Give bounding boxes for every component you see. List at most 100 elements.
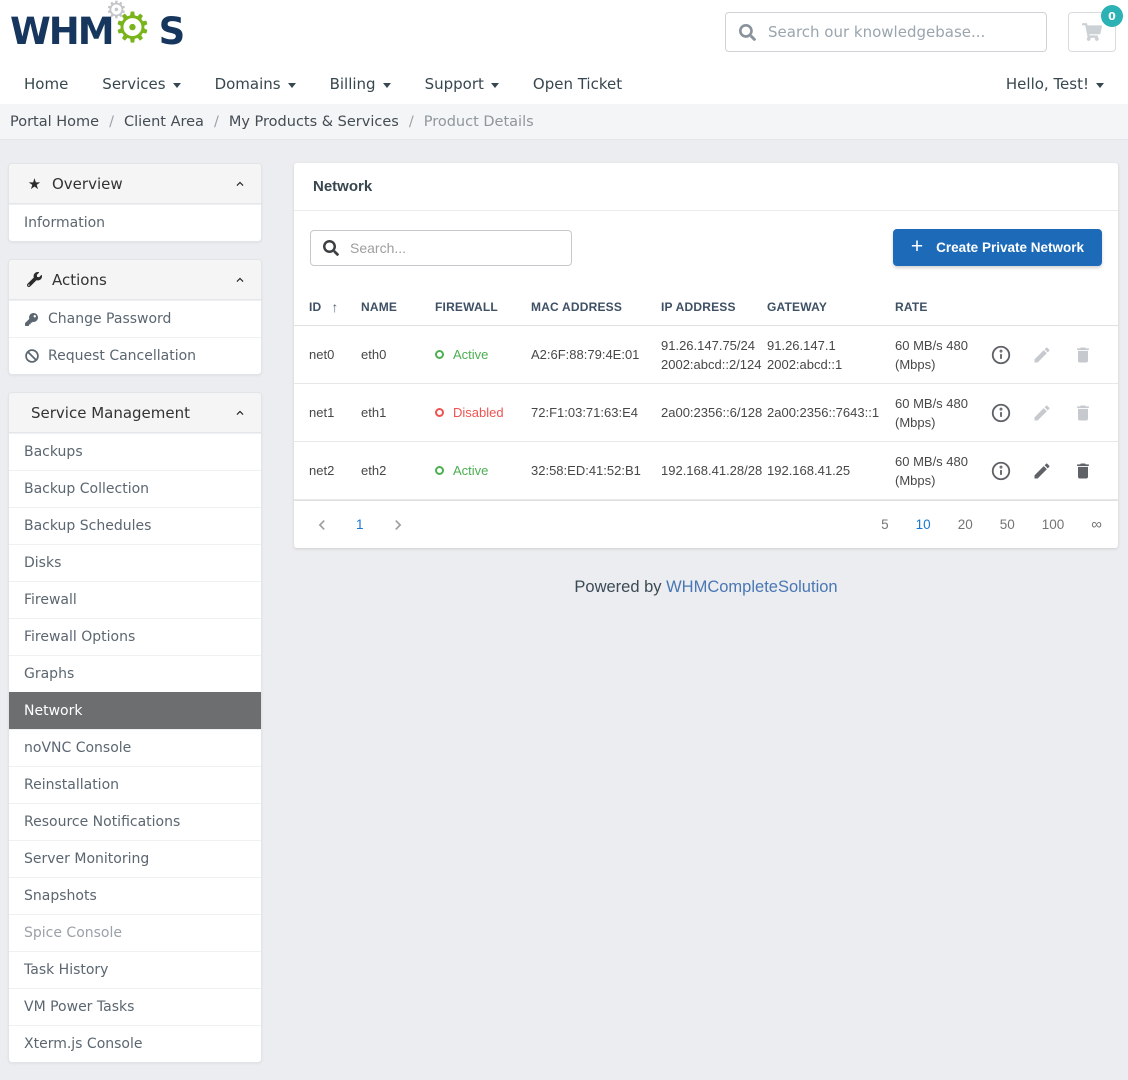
whmcompletesolution-link[interactable]: WHMCompleteSolution [666, 578, 837, 596]
breadcrumb-portal-home[interactable]: Portal Home [10, 114, 99, 130]
edit-icon[interactable] [1030, 459, 1054, 483]
site-header: WHM ⚙ ⚙ S 0 [0, 0, 1128, 64]
column-header-ip-address[interactable]: IP ADDRESS [661, 300, 767, 314]
panel-title: Service Management [31, 404, 233, 422]
search-icon [323, 240, 339, 256]
cell-rate: 60 MB/s 480 (Mbps) [895, 336, 989, 374]
breadcrumb-my-products[interactable]: My Products & Services [229, 114, 399, 130]
delete-icon[interactable] [1071, 401, 1095, 425]
table-search-input[interactable] [348, 239, 571, 257]
main-content: Network + Create Private Network ID ↑ NA… [294, 163, 1118, 597]
nav-item-domains[interactable]: Domains [215, 75, 296, 93]
nav-item-open-ticket[interactable]: Open Ticket [533, 75, 622, 93]
sidebar-item-spice-console[interactable]: Spice Console [9, 914, 261, 951]
user-menu[interactable]: Hello, Test! [1006, 75, 1104, 93]
panel-title: Overview [52, 175, 233, 193]
sidebar-item-label: Task History [24, 961, 108, 979]
sidebar-item-backup-collection[interactable]: Backup Collection [9, 470, 261, 507]
nav-item-home[interactable]: Home [24, 75, 68, 93]
search-icon [739, 24, 756, 41]
column-header-rate[interactable]: RATE [895, 300, 989, 314]
sidebar-item-novnc-console[interactable]: noVNC Console [9, 729, 261, 766]
caret-down-icon [491, 83, 499, 88]
sidebar-item-task-history[interactable]: Task History [9, 951, 261, 988]
sidebar-item-label: Backup Collection [24, 480, 149, 498]
sidebar-item-disks[interactable]: Disks [9, 544, 261, 581]
delete-icon[interactable] [1071, 459, 1095, 483]
info-icon[interactable] [989, 343, 1013, 367]
page-number[interactable]: 1 [350, 517, 370, 532]
breadcrumb-current: Product Details [424, 114, 534, 130]
nav-label: Home [24, 75, 68, 93]
sidebar-item-vm-power-tasks[interactable]: VM Power Tasks [9, 988, 261, 1025]
sidebar-item-backups[interactable]: Backups [9, 433, 261, 470]
page-size-100[interactable]: 100 [1042, 517, 1065, 532]
column-header-gateway[interactable]: GATEWAY [767, 300, 895, 314]
sidebar-item-label: Graphs [24, 665, 74, 683]
sidebar-item-firewall[interactable]: Firewall [9, 581, 261, 618]
info-icon[interactable] [989, 401, 1013, 425]
sidebar-item-change-password[interactable]: Change Password [9, 300, 261, 337]
page-size-50[interactable]: 50 [1000, 517, 1015, 532]
edit-icon[interactable] [1030, 343, 1054, 367]
cart-button[interactable]: 0 [1068, 12, 1116, 52]
caret-down-icon [173, 83, 181, 88]
star-icon: ★ [24, 175, 45, 193]
sidebar-item-resource-notifications[interactable]: Resource Notifications [9, 803, 261, 840]
sidebar-item-snapshots[interactable]: Snapshots [9, 877, 261, 914]
sidebar-item-label: Reinstallation [24, 776, 119, 794]
actions-panel-header[interactable]: Actions [9, 260, 261, 300]
sidebar-item-label: Request Cancellation [48, 347, 196, 365]
breadcrumb-separator: / [214, 114, 219, 130]
cell-rate: 60 MB/s 480 (Mbps) [895, 452, 989, 490]
plus-icon: + [911, 236, 923, 257]
edit-icon[interactable] [1030, 401, 1054, 425]
sidebar-item-graphs[interactable]: Graphs [9, 655, 261, 692]
service-management-panel-header[interactable]: Service Management [9, 393, 261, 433]
chevron-up-icon [233, 406, 247, 420]
sidebar-item-backup-schedules[interactable]: Backup Schedules [9, 507, 261, 544]
sidebar-item-label: Snapshots [24, 887, 97, 905]
create-private-network-button[interactable]: + Create Private Network [893, 229, 1102, 266]
column-header-firewall[interactable]: FIREWALL [435, 300, 531, 314]
breadcrumb: Portal Home / Client Area / My Products … [0, 104, 1128, 140]
sidebar-item-xtermjs-console[interactable]: Xterm.js Console [9, 1025, 261, 1062]
column-header-id[interactable]: ID ↑ [309, 299, 361, 315]
panel-title: Actions [52, 271, 233, 289]
footer: Powered by WHMCompleteSolution [294, 578, 1118, 597]
column-header-name[interactable]: NAME [361, 300, 435, 314]
info-icon[interactable] [989, 459, 1013, 483]
sidebar-item-server-monitoring[interactable]: Server Monitoring [9, 840, 261, 877]
delete-icon[interactable] [1071, 343, 1095, 367]
nav-item-services[interactable]: Services [102, 75, 180, 93]
breadcrumb-client-area[interactable]: Client Area [124, 114, 204, 130]
page-size-10[interactable]: 10 [916, 517, 931, 532]
knowledgebase-search-input[interactable] [766, 22, 1046, 42]
nav-item-billing[interactable]: Billing [330, 75, 391, 93]
sidebar-item-request-cancellation[interactable]: Request Cancellation [9, 337, 261, 374]
previous-page-icon[interactable] [312, 515, 332, 535]
sidebar-item-reinstallation[interactable]: Reinstallation [9, 766, 261, 803]
pagination-bar: 1 5 10 20 50 100 ∞ [294, 500, 1118, 548]
overview-panel-header[interactable]: ★ Overview [9, 164, 261, 204]
cell-name: eth0 [361, 347, 435, 362]
ban-icon [24, 349, 39, 363]
cell-id: net0 [309, 347, 361, 362]
cell-mac-address: 32:58:ED:41:52:B1 [531, 463, 661, 478]
page-size-20[interactable]: 20 [958, 517, 973, 532]
page-size-5[interactable]: 5 [881, 517, 889, 532]
page-size-infinity[interactable]: ∞ [1091, 516, 1102, 533]
whmcs-logo[interactable]: WHM ⚙ ⚙ S [10, 8, 183, 54]
sidebar-item-information[interactable]: Information [9, 204, 261, 241]
cell-name: eth2 [361, 463, 435, 478]
sidebar-item-firewall-options[interactable]: Firewall Options [9, 618, 261, 655]
breadcrumb-separator: / [109, 114, 114, 130]
next-page-icon[interactable] [388, 515, 408, 535]
sort-ascending-icon: ↑ [331, 299, 338, 315]
actions-panel: Actions Change Password Request Cancella… [8, 259, 262, 375]
nav-item-support[interactable]: Support [425, 75, 499, 93]
sidebar-item-label: Spice Console [24, 924, 122, 942]
breadcrumb-separator: / [409, 114, 414, 130]
column-header-mac-address[interactable]: MAC ADDRESS [531, 300, 661, 314]
sidebar-item-network[interactable]: Network [9, 692, 261, 729]
